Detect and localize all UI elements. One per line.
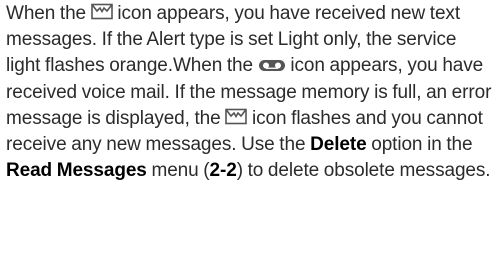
- text-run: menu (: [151, 160, 210, 182]
- text-run: option in the: [371, 134, 473, 156]
- manual-page: When the icon appears, you have received…: [0, 0, 501, 278]
- envelope-icon: [225, 108, 248, 125]
- text-run: When the: [6, 3, 87, 24]
- read-messages-menu-label: Read Messages: [6, 160, 147, 182]
- voicemail-icon: [258, 59, 286, 72]
- menu-code: 2-2: [209, 160, 237, 182]
- envelope-icon: [90, 3, 113, 20]
- body-paragraph: When the icon appears, you have received…: [6, 1, 495, 184]
- delete-option-label: Delete: [310, 134, 367, 156]
- text-run: ) to delete obsolete messages.: [236, 160, 491, 182]
